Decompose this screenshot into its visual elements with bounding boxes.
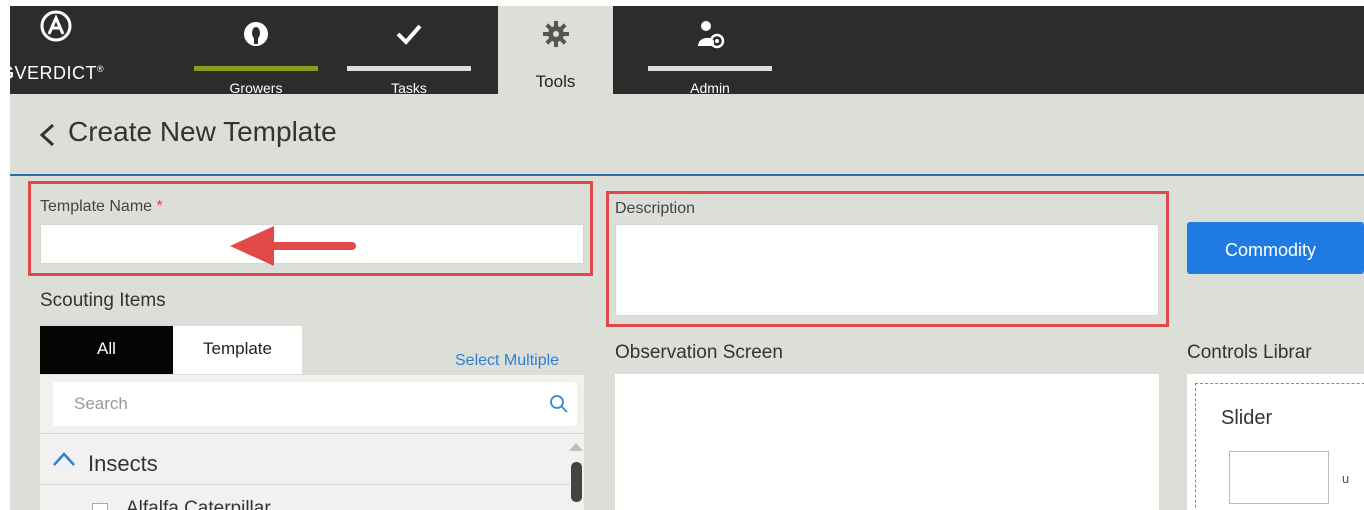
filter-all-button[interactable]: All xyxy=(40,326,173,374)
page-title: Create New Template xyxy=(68,116,337,147)
nav-tab-indicator xyxy=(648,66,772,71)
header-divider xyxy=(10,174,1364,176)
slider-value-input[interactable] xyxy=(1229,451,1329,504)
observation-screen-label: Observation Screen xyxy=(615,342,783,363)
slider-control-title: Slider xyxy=(1221,407,1273,429)
search-placeholder: Search xyxy=(74,394,128,413)
page-header: Create New Template xyxy=(10,94,1364,176)
gear-icon xyxy=(543,21,569,47)
controls-library-panel: Slider u xyxy=(1187,374,1364,510)
nav-tab-label: Tools xyxy=(535,72,576,91)
select-multiple-link[interactable]: Select Multiple xyxy=(455,352,559,370)
top-nav: GVERDICT® Growers Tasks xyxy=(10,6,1364,96)
controls-library-label: Controls Librar xyxy=(1187,342,1312,363)
grower-icon xyxy=(244,22,268,46)
scrollbar-thumb[interactable] xyxy=(571,462,582,502)
divider xyxy=(40,484,570,485)
slider-unit-label: u xyxy=(1342,471,1350,486)
group-header-insects[interactable]: Insects xyxy=(88,451,158,477)
pointer-arrow-icon xyxy=(230,226,356,266)
highlight-box xyxy=(606,191,1169,327)
nav-tab-tools[interactable]: Tools xyxy=(498,6,613,94)
divider xyxy=(40,433,584,434)
chevron-up-icon[interactable] xyxy=(52,451,76,467)
scroll-up-arrow-icon[interactable] xyxy=(569,443,583,451)
filter-template-button[interactable]: Template xyxy=(173,326,302,374)
scouting-items-list: Search Insects Alfalfa Caterpillar xyxy=(40,375,584,510)
brand-logo-text: GVERDICT® xyxy=(10,63,105,83)
admin-user-gear-icon xyxy=(698,21,725,49)
nav-tab-growers[interactable]: Growers xyxy=(194,6,318,96)
checkmark-icon xyxy=(396,24,422,45)
back-chevron-icon[interactable] xyxy=(36,122,58,148)
scouting-items-label: Scouting Items xyxy=(40,290,166,311)
agverdict-logo-icon xyxy=(40,10,72,42)
list-item[interactable]: Alfalfa Caterpillar xyxy=(126,498,271,510)
app-frame: GVERDICT® Growers Tasks xyxy=(10,6,1364,510)
nav-tab-tasks[interactable]: Tasks xyxy=(347,6,471,96)
nav-tab-indicator xyxy=(194,66,318,71)
observation-screen-area[interactable] xyxy=(615,374,1159,510)
nav-tab-admin[interactable]: Admin xyxy=(648,6,772,96)
search-input[interactable]: Search xyxy=(53,382,577,426)
commodity-button[interactable]: Commodity xyxy=(1187,222,1364,274)
nav-tab-indicator xyxy=(347,66,471,71)
item-checkbox[interactable] xyxy=(92,503,108,510)
search-icon[interactable] xyxy=(549,394,569,414)
